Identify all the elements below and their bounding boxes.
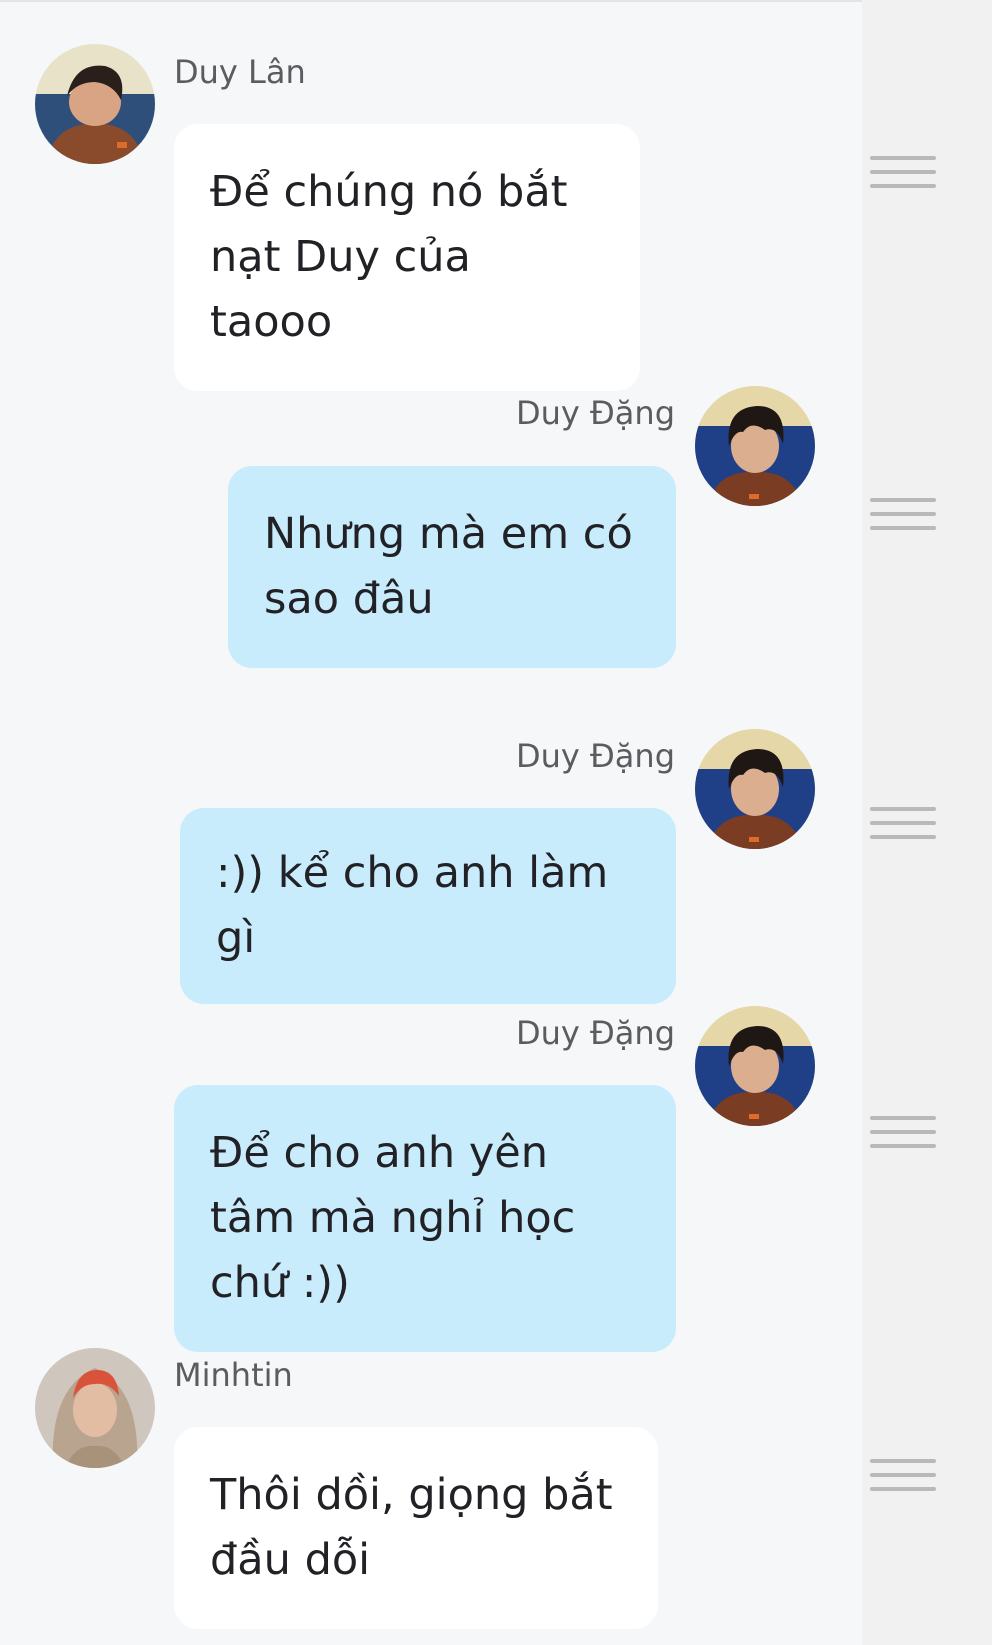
sender-name: Duy Đặng bbox=[515, 394, 675, 432]
top-divider bbox=[0, 0, 992, 2]
avatar[interactable] bbox=[695, 1006, 815, 1126]
message-bubble[interactable]: :)) kể cho anh làm gì bbox=[180, 808, 676, 1004]
sender-name: Duy Đặng bbox=[515, 737, 675, 775]
avatar[interactable] bbox=[35, 1348, 155, 1468]
drag-handle-icon[interactable] bbox=[870, 807, 936, 843]
avatar[interactable] bbox=[695, 729, 815, 849]
sender-name: Minhtin bbox=[174, 1356, 293, 1394]
drag-handle-icon[interactable] bbox=[870, 1459, 936, 1495]
drag-handle-icon[interactable] bbox=[870, 498, 936, 534]
drag-handle-icon[interactable] bbox=[870, 156, 936, 192]
message-bubble[interactable]: Thôi dồi, giọng bắt đầu dỗi bbox=[174, 1427, 658, 1629]
sender-name: Duy Đặng bbox=[515, 1014, 675, 1052]
avatar[interactable] bbox=[695, 386, 815, 506]
message-bubble[interactable]: Để chúng nó bắt nạt Duy của taooo bbox=[174, 124, 640, 391]
avatar[interactable] bbox=[35, 44, 155, 164]
sender-name: Duy Lân bbox=[174, 53, 306, 91]
message-bubble[interactable]: Nhưng mà em có sao đâu bbox=[228, 466, 676, 668]
message-bubble[interactable]: Để cho anh yên tâm mà nghỉ học chứ :)) bbox=[174, 1085, 676, 1352]
drag-handle-icon[interactable] bbox=[870, 1116, 936, 1152]
